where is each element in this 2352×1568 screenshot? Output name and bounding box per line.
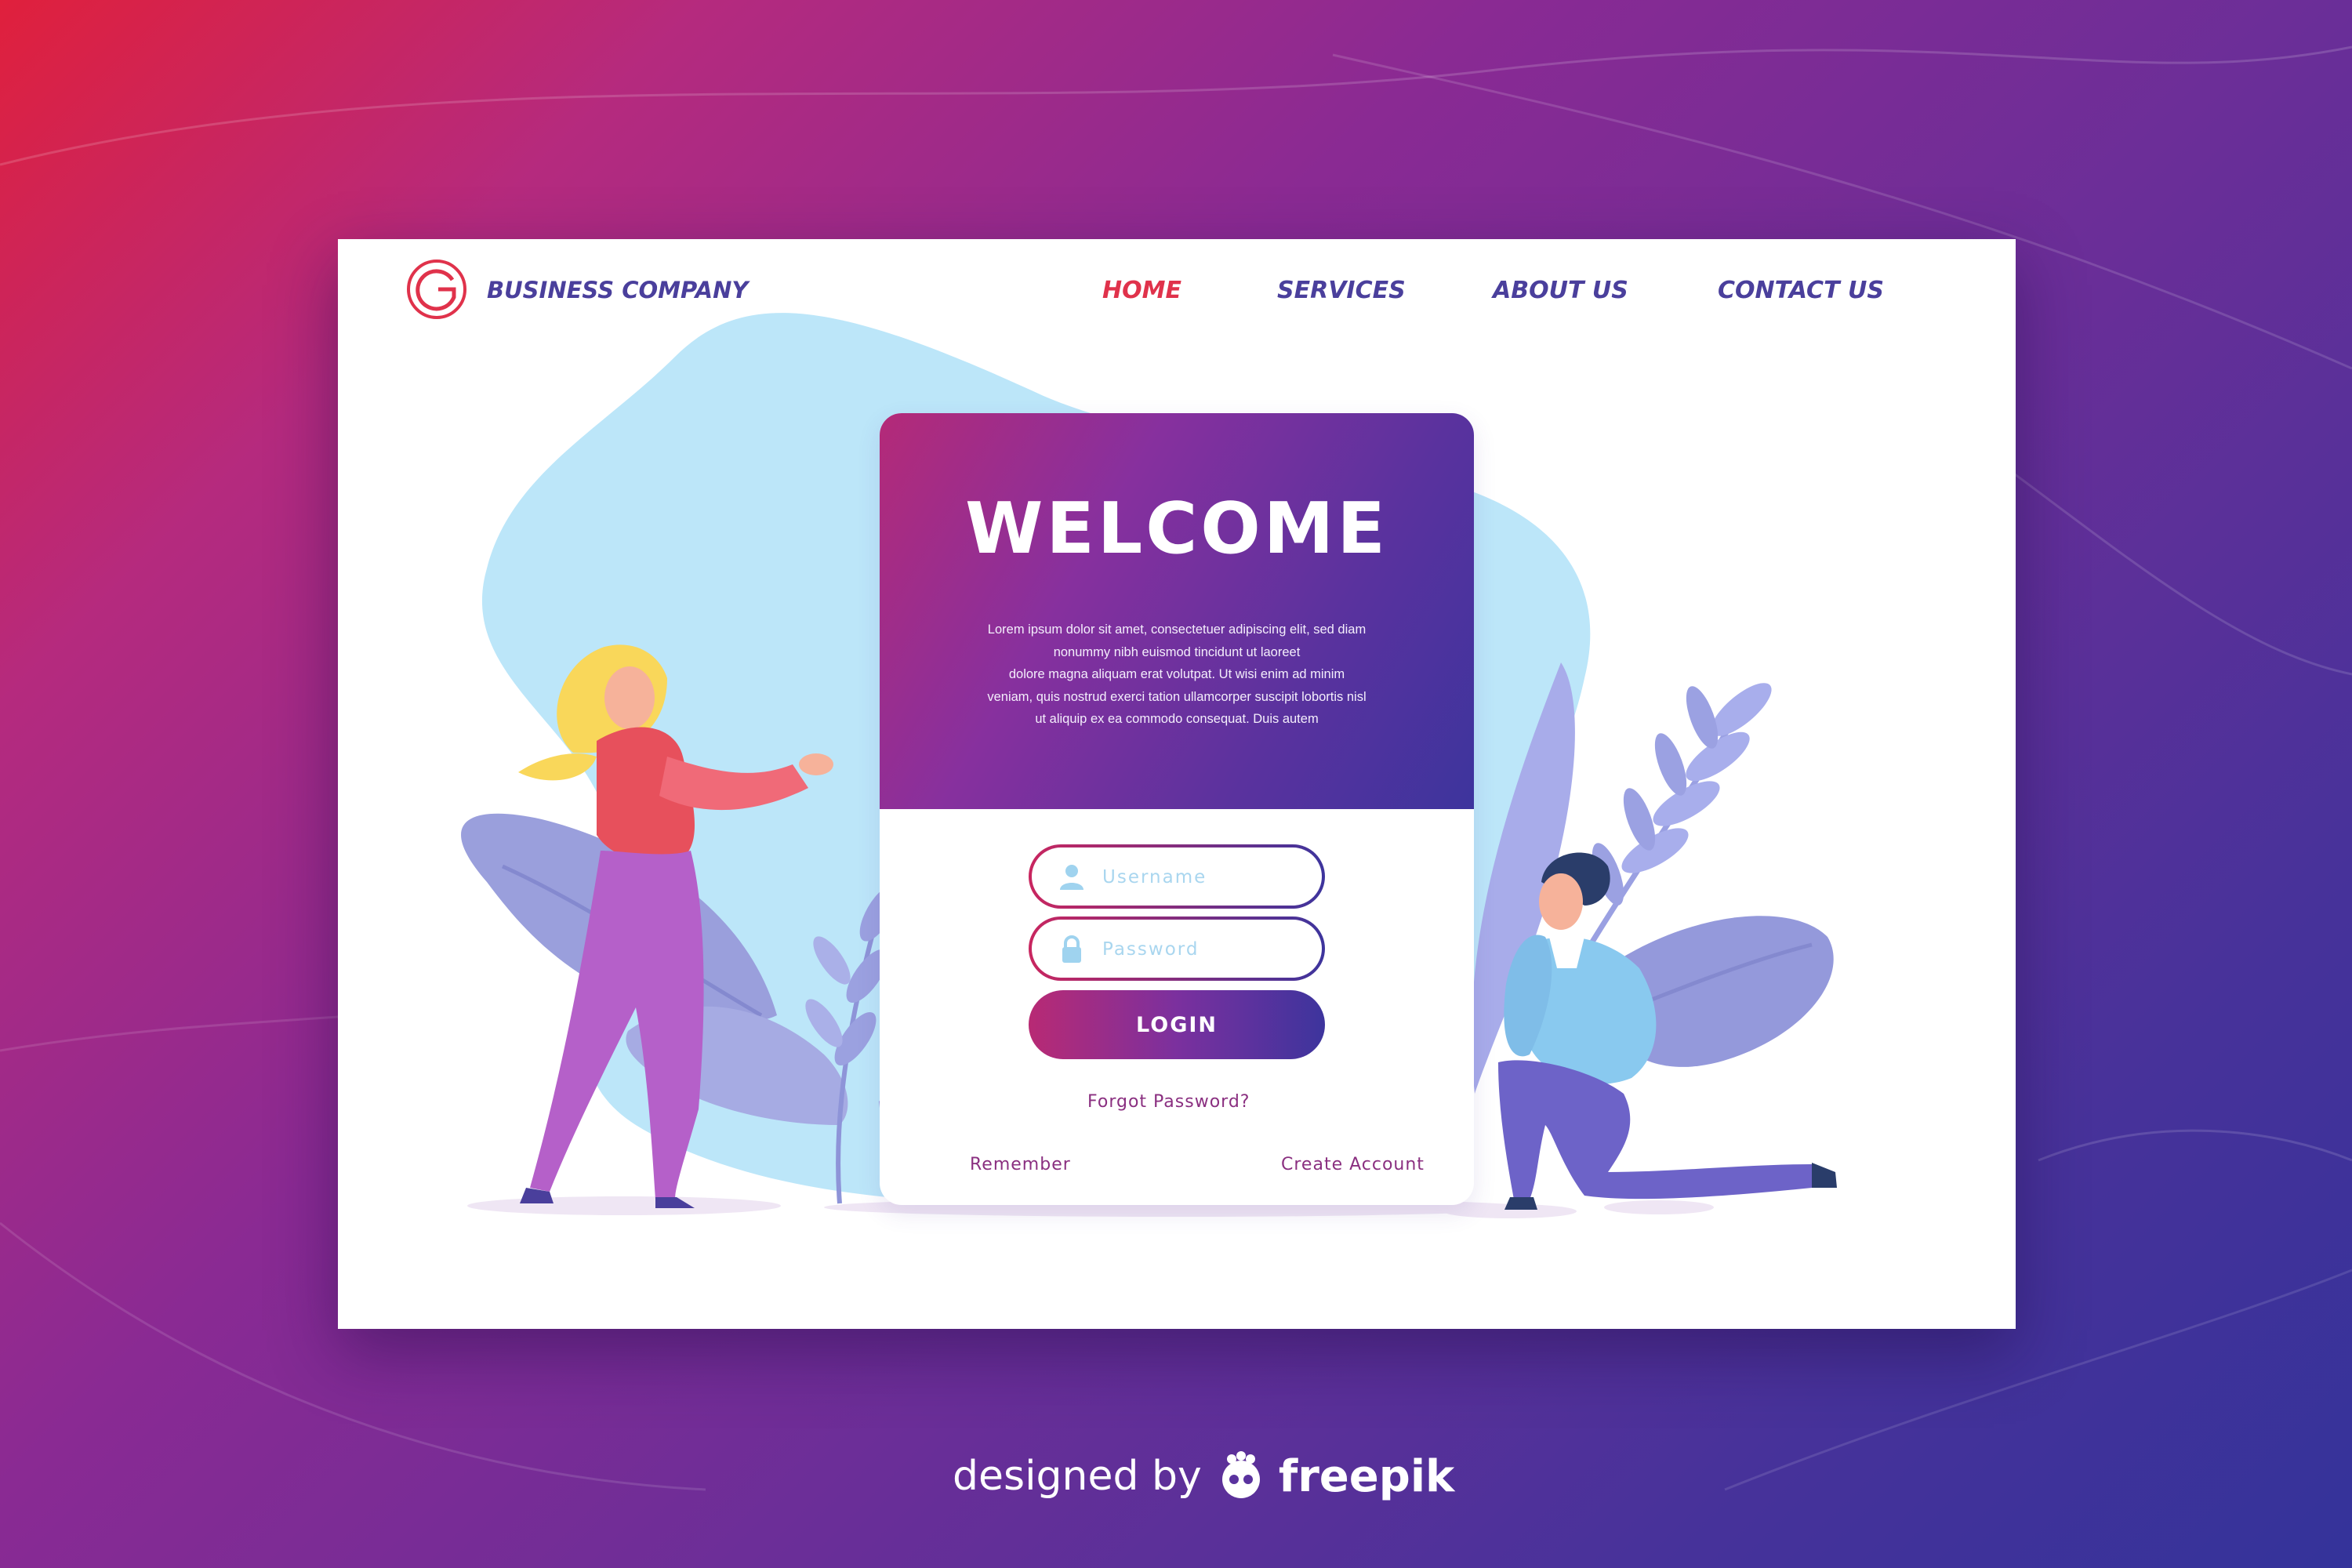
description-line: nonummy nibh euismod tincidunt ut laoree… [1053,644,1301,659]
password-field-inner [1032,920,1322,979]
description-line: veniam, quis nostrud exerci tation ullam… [987,689,1367,704]
nav-contact-us[interactable]: CONTACT US [1718,277,1884,304]
login-button[interactable]: LOGIN [1029,990,1325,1059]
description-line: Lorem ipsum dolor sit amet, consectetuer… [987,622,1367,637]
nav-about-us[interactable]: ABOUT US [1493,277,1628,304]
create-account-link[interactable]: Create Account [1281,1155,1425,1174]
nav-services[interactable]: SERVICES [1277,277,1406,304]
freepik-mascot-icon [1221,1451,1260,1498]
remember-link[interactable]: Remember [970,1155,1071,1174]
password-field [1029,916,1325,981]
username-field-inner [1032,848,1322,907]
user-icon [1060,865,1083,890]
freepik-brand[interactable]: freepik [1279,1451,1454,1502]
main-nav: HOME SERVICES ABOUT US CONTACT US [338,277,2016,308]
nav-home[interactable]: HOME [1102,277,1181,304]
password-input[interactable] [1101,920,1308,979]
description-line: dolore magna aliquam erat volutpat. Ut w… [1008,667,1345,681]
forgot-password-link[interactable]: Forgot Password? [1087,1092,1250,1112]
designed-by-text: designed by [953,1453,1202,1500]
login-card: WELCOME Lorem ipsum dolor sit amet, cons… [880,413,1474,1205]
username-field [1029,844,1325,909]
card-header: WELCOME Lorem ipsum dolor sit amet, cons… [880,413,1474,809]
welcome-title: WELCOME [965,488,1388,570]
landing-page-frame: BUSINESS COMPANY HOME SERVICES ABOUT US … [338,239,2016,1329]
description-line: ut aliquip ex ea commodo consequat. Duis… [1035,712,1319,726]
card-description: Lorem ipsum dolor sit amet, consectetuer… [974,619,1380,731]
designer-credit: designed by freepik [953,1449,1454,1504]
lock-icon [1062,935,1081,963]
username-input[interactable] [1101,848,1308,907]
